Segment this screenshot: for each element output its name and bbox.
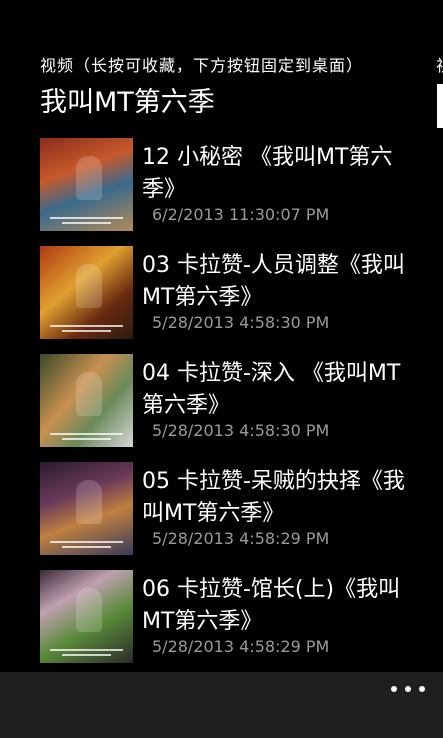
subtitle-line [62,654,111,656]
video-list-item[interactable]: 06 卡拉赞-馆长(上)《我叫MT第六季》 5/28/2013 4:58:29 … [40,570,440,664]
ellipsis-dot [405,686,411,692]
video-thumbnail [40,570,133,663]
video-list-item[interactable]: 05 卡拉赞-呆贼的抉择《我叫MT第六季》 5/28/2013 4:58:29 … [40,462,440,556]
video-thumbnail [40,246,133,339]
ellipsis-dot [391,686,397,692]
screen: 视频（长按可收藏，下方按钮固定到桌面） 视 我叫MT第六季 12 小秘密 《我叫… [0,0,443,738]
video-title: 03 卡拉赞-人员调整《我叫MT第六季》 [142,253,405,310]
ellipsis-icon[interactable] [391,678,425,700]
subtitle-line [50,325,123,327]
video-list-item[interactable]: 04 卡拉赞-深入 《我叫MT第六季》 5/28/2013 4:58:30 PM [40,354,440,448]
ellipsis-dot [419,686,425,692]
subtitle-line [50,433,123,435]
subtitle-line [50,541,123,543]
character-figure-icon [76,480,102,524]
subtitle-line [62,546,111,548]
video-timestamp: 6/2/2013 11:30:07 PM [152,205,330,224]
video-title: 06 卡拉赞-馆长(上)《我叫MT第六季》 [142,577,401,634]
subtitle-line [62,438,111,440]
video-list-item[interactable]: 12 小秘密 《我叫MT第六季》 6/2/2013 11:30:07 PM [40,138,440,232]
video-timestamp: 5/28/2013 4:58:29 PM [152,637,330,656]
video-thumbnail [40,354,133,447]
subtitle-line [50,649,123,651]
video-thumbnail [40,138,133,231]
application-bar [0,672,443,738]
video-timestamp: 5/28/2013 4:58:30 PM [152,421,330,440]
subtitle-line [50,217,123,219]
video-title: 05 卡拉赞-呆贼的抉择《我叫MT第六季》 [142,469,405,526]
video-list: 12 小秘密 《我叫MT第六季》 6/2/2013 11:30:07 PM 03… [40,138,440,678]
video-thumbnail [40,462,133,555]
page-title: 我叫MT第六季 [40,87,215,118]
pivot-next-header-label[interactable]: 视 [436,52,443,76]
video-list-item[interactable]: 03 卡拉赞-人员调整《我叫MT第六季》 5/28/2013 4:58:30 P… [40,246,440,340]
video-timestamp: 5/28/2013 4:58:30 PM [152,313,330,332]
pivot-header-label[interactable]: 视频（长按可收藏，下方按钮固定到桌面） [40,52,363,76]
character-figure-icon [76,588,102,632]
video-title: 12 小秘密 《我叫MT第六季》 [142,145,393,202]
subtitle-line [62,330,111,332]
scroll-edge-indicator [437,84,443,128]
subtitle-line [62,222,111,224]
video-timestamp: 5/28/2013 4:58:29 PM [152,529,330,548]
character-figure-icon [76,264,102,308]
video-title: 04 卡拉赞-深入 《我叫MT第六季》 [142,361,401,418]
character-figure-icon [76,372,102,416]
character-figure-icon [76,156,102,200]
